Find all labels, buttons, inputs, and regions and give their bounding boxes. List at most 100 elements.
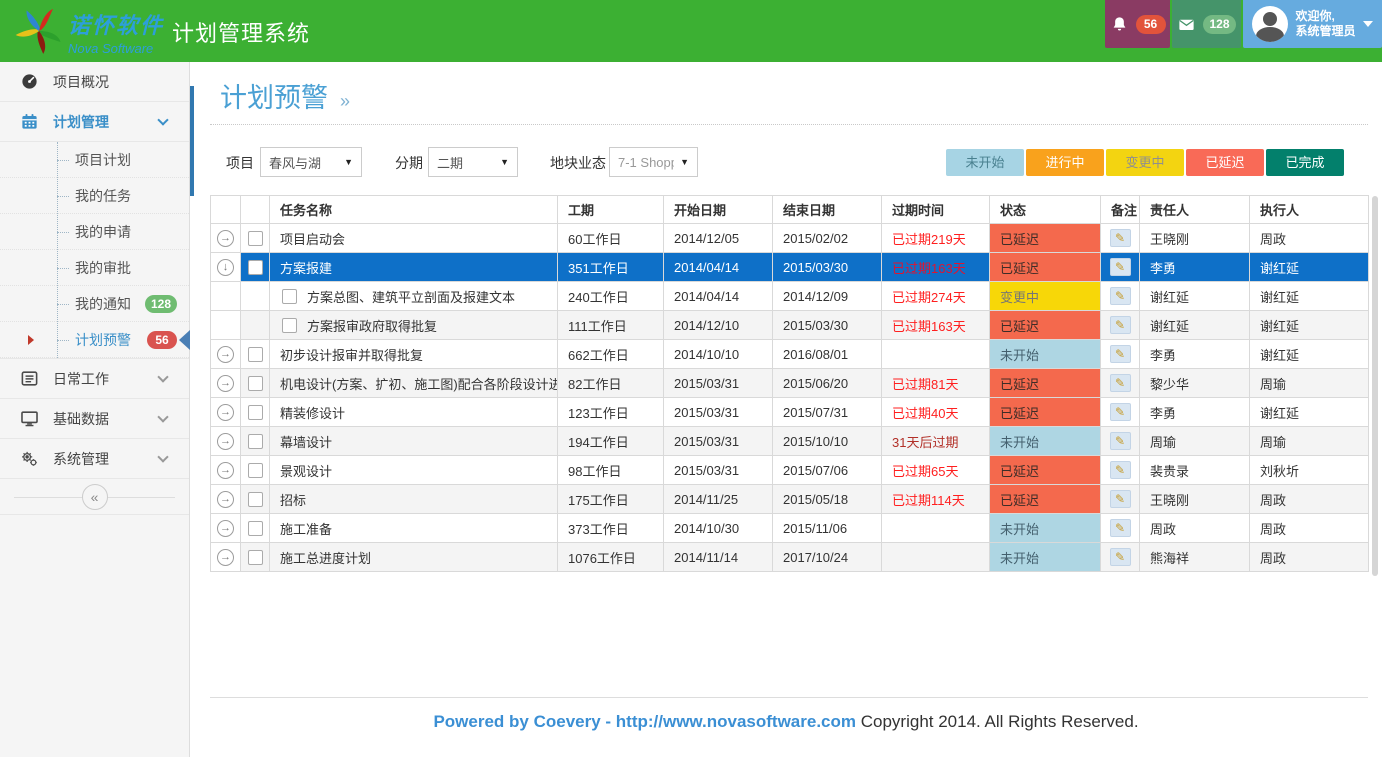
- legend-delayed-button[interactable]: 已延迟: [1186, 149, 1264, 176]
- sidebar-collapse-button[interactable]: «: [82, 484, 108, 510]
- legend-done-button[interactable]: 已完成: [1266, 149, 1344, 176]
- expand-row-icon[interactable]: →: [217, 433, 234, 450]
- task-row[interactable]: →施工准备373工作日2014/10/302015/11/06未开始✎周政周政: [211, 514, 1369, 543]
- expand-row-icon[interactable]: →: [217, 462, 234, 479]
- row-checkbox[interactable]: [248, 347, 263, 362]
- edit-remark-button[interactable]: ✎: [1110, 316, 1131, 334]
- sidebar-item-my-tasks[interactable]: 我的任务: [0, 178, 189, 214]
- plot-select[interactable]: 7-1 Shopp ▼: [609, 147, 698, 177]
- edit-remark-button[interactable]: ✎: [1110, 374, 1131, 392]
- edit-remark-button[interactable]: ✎: [1110, 432, 1131, 450]
- task-name-cell: 景观设计: [270, 456, 558, 485]
- task-name-cell: 初步设计报审并取得批复: [270, 340, 558, 369]
- expand-cell: →: [211, 485, 241, 514]
- sidebar-item-plan-management[interactable]: 计划管理: [0, 102, 189, 142]
- edit-remark-button[interactable]: ✎: [1110, 490, 1131, 508]
- brand-block: 诺怀软件 Nova Software: [68, 8, 164, 56]
- task-row[interactable]: →景观设计98工作日2015/03/312015/07/06已过期65天已延迟✎…: [211, 456, 1369, 485]
- legend-changing-button[interactable]: 变更中: [1106, 149, 1184, 176]
- row-checkbox[interactable]: [248, 231, 263, 246]
- task-row[interactable]: →精装修设计123工作日2015/03/312015/07/31已过期40天已延…: [211, 398, 1369, 427]
- expand-cell: →: [211, 340, 241, 369]
- project-filter-label: 项目: [226, 153, 254, 173]
- list-icon: [20, 369, 39, 388]
- duration-cell: 240工作日: [558, 282, 664, 311]
- task-row[interactable]: →机电设计(方案、扩初、施工图)配合各阶段设计进度82工作日2015/03/31…: [211, 369, 1369, 398]
- sidebar-item-plan-warning[interactable]: 计划预警 56: [0, 322, 189, 358]
- sidebar-item-base-data[interactable]: 基础数据: [0, 399, 189, 439]
- expand-row-icon[interactable]: →: [217, 346, 234, 363]
- row-checkbox[interactable]: [248, 463, 263, 478]
- task-row[interactable]: 方案总图、建筑平立剖面及报建文本240工作日2014/04/142014/12/…: [211, 282, 1369, 311]
- column-header: 开始日期: [664, 196, 773, 224]
- sidebar: 项目概况 计划管理 项目计划 我的任务: [0, 62, 190, 757]
- sidebar-item-project-overview[interactable]: 项目概况: [0, 62, 189, 102]
- edit-remark-button[interactable]: ✎: [1110, 258, 1131, 276]
- column-header: 状态: [990, 196, 1101, 224]
- row-checkbox[interactable]: [248, 550, 263, 565]
- powered-by-link[interactable]: Powered by Coevery - http://www.novasoft…: [433, 712, 856, 731]
- task-name-cell: 方案报审政府取得批复: [270, 311, 558, 340]
- task-row[interactable]: →项目启动会60工作日2014/12/052015/02/02已过期219天已延…: [211, 224, 1369, 253]
- legend-notstarted-button[interactable]: 未开始: [946, 149, 1024, 176]
- dashboard-icon: [20, 72, 39, 91]
- edit-remark-button[interactable]: ✎: [1110, 229, 1131, 247]
- project-select[interactable]: 春风与湖 ▼: [260, 147, 362, 177]
- expand-row-icon[interactable]: →: [217, 230, 234, 247]
- row-checkbox[interactable]: [248, 492, 263, 507]
- edit-remark-button[interactable]: ✎: [1110, 403, 1131, 421]
- expand-row-icon[interactable]: →: [217, 520, 234, 537]
- phase-select[interactable]: 二期 ▼: [428, 147, 518, 177]
- overdue-cell: 已过期163天: [882, 311, 990, 340]
- edit-remark-button[interactable]: ✎: [1110, 548, 1131, 566]
- end-date-cell: 2015/06/20: [773, 369, 882, 398]
- sidebar-item-my-applications[interactable]: 我的申请: [0, 214, 189, 250]
- row-checkbox[interactable]: [282, 289, 297, 304]
- edit-remark-button[interactable]: ✎: [1110, 345, 1131, 363]
- notifications-button[interactable]: 56: [1105, 0, 1170, 48]
- expand-row-icon[interactable]: →: [217, 491, 234, 508]
- row-checkbox[interactable]: [248, 521, 263, 536]
- task-row[interactable]: ↓方案报建351工作日2014/04/142015/03/30已过期163天已延…: [211, 253, 1369, 282]
- user-menu-button[interactable]: 欢迎你, 系统管理员: [1243, 0, 1382, 48]
- sidebar-item-my-notifications[interactable]: 我的通知 128: [0, 286, 189, 322]
- expand-row-icon[interactable]: →: [217, 375, 234, 392]
- task-row[interactable]: →施工总进度计划1076工作日2014/11/142017/10/24未开始✎熊…: [211, 543, 1369, 572]
- dropdown-arrow-icon: ▼: [344, 157, 353, 167]
- row-checkbox[interactable]: [248, 405, 263, 420]
- page-title: 计划预警: [220, 76, 328, 115]
- row-checkbox[interactable]: [282, 318, 297, 333]
- messages-button[interactable]: 128: [1172, 0, 1241, 48]
- sidebar-item-system-management[interactable]: 系统管理: [0, 439, 189, 479]
- edit-remark-button[interactable]: ✎: [1110, 461, 1131, 479]
- legend-inprogress-button[interactable]: 进行中: [1026, 149, 1104, 176]
- task-row[interactable]: →招标175工作日2014/11/252015/05/18已过期114天已延迟✎…: [211, 485, 1369, 514]
- duration-cell: 373工作日: [558, 514, 664, 543]
- row-checkbox[interactable]: [248, 260, 263, 275]
- edit-remark-button[interactable]: ✎: [1110, 519, 1131, 537]
- owner-cell: 王晓刚: [1140, 485, 1250, 514]
- collapse-row-icon[interactable]: ↓: [217, 259, 234, 276]
- warning-count-badge: 56: [147, 331, 177, 349]
- page-title-row: 计划预警 »: [220, 76, 350, 115]
- sidebar-item-daily-work[interactable]: 日常工作: [0, 359, 189, 399]
- notifications-count-badge: 128: [145, 295, 177, 313]
- task-row[interactable]: 方案报审政府取得批复111工作日2014/12/102015/03/30已过期1…: [211, 311, 1369, 340]
- executor-cell: 谢红延: [1250, 340, 1369, 369]
- sidebar-item-my-approvals[interactable]: 我的审批: [0, 250, 189, 286]
- end-date-cell: 2015/07/31: [773, 398, 882, 427]
- chevron-down-icon: [157, 411, 168, 422]
- expand-row-icon[interactable]: →: [217, 549, 234, 566]
- task-name: 方案总图、建筑平立剖面及报建文本: [307, 287, 515, 306]
- row-checkbox[interactable]: [248, 376, 263, 391]
- sidebar-item-project-plan[interactable]: 项目计划: [0, 142, 189, 178]
- task-row[interactable]: →初步设计报审并取得批复662工作日2014/10/102016/08/01未开…: [211, 340, 1369, 369]
- edit-remark-button[interactable]: ✎: [1110, 287, 1131, 305]
- row-checkbox[interactable]: [248, 434, 263, 449]
- vertical-scrollbar[interactable]: [1372, 196, 1378, 576]
- start-date-cell: 2014/10/30: [664, 514, 773, 543]
- expand-row-icon[interactable]: →: [217, 404, 234, 421]
- end-date-cell: 2014/12/09: [773, 282, 882, 311]
- task-row[interactable]: →幕墙设计194工作日2015/03/312015/10/1031天后过期未开始…: [211, 427, 1369, 456]
- owner-cell: 周瑜: [1140, 427, 1250, 456]
